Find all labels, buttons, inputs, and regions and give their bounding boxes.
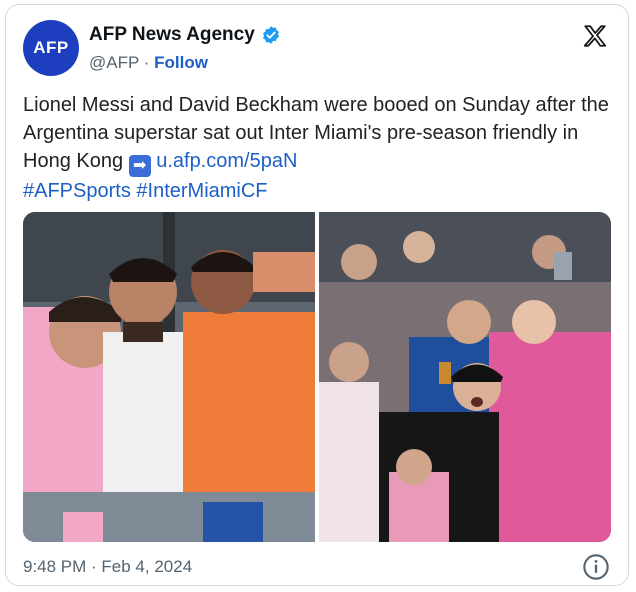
players-bench-image: [23, 212, 315, 542]
author-name-row: AFP News Agency: [89, 24, 281, 46]
post-text: Lionel Messi and David Beckham were booe…: [23, 91, 613, 205]
x-logo-icon[interactable]: [582, 23, 608, 49]
author-handle-row: @AFP · Follow: [89, 53, 208, 73]
media-gallery: [23, 212, 611, 542]
post-timestamp[interactable]: 9:48 PM · Feb 4, 2024: [23, 557, 192, 577]
photo-players-bench[interactable]: [23, 212, 315, 542]
info-icon[interactable]: [582, 553, 610, 581]
hashtag-intermiamicf[interactable]: #InterMiamiCF: [136, 180, 267, 202]
arrow-right-icon: ➡: [128, 155, 151, 177]
post-card: AFP AFP News Agency @AFP · Follow Lionel…: [5, 4, 629, 586]
follow-button[interactable]: Follow: [154, 53, 208, 72]
avatar-logo-text: AFP: [33, 38, 69, 57]
avatar[interactable]: AFP: [23, 20, 79, 76]
post-link[interactable]: u.afp.com/5paN: [156, 150, 297, 172]
post-body: Lionel Messi and David Beckham were booe…: [23, 94, 609, 172]
author-name[interactable]: AFP News Agency: [89, 24, 255, 46]
hashtag-afpsports[interactable]: #AFPSports: [23, 180, 131, 202]
handle-separator: ·: [139, 53, 155, 72]
verified-badge-icon: [262, 26, 279, 44]
fans-booing-image: [319, 212, 611, 542]
author-handle[interactable]: @AFP: [89, 53, 139, 72]
photo-fans-booing[interactable]: [319, 212, 611, 542]
